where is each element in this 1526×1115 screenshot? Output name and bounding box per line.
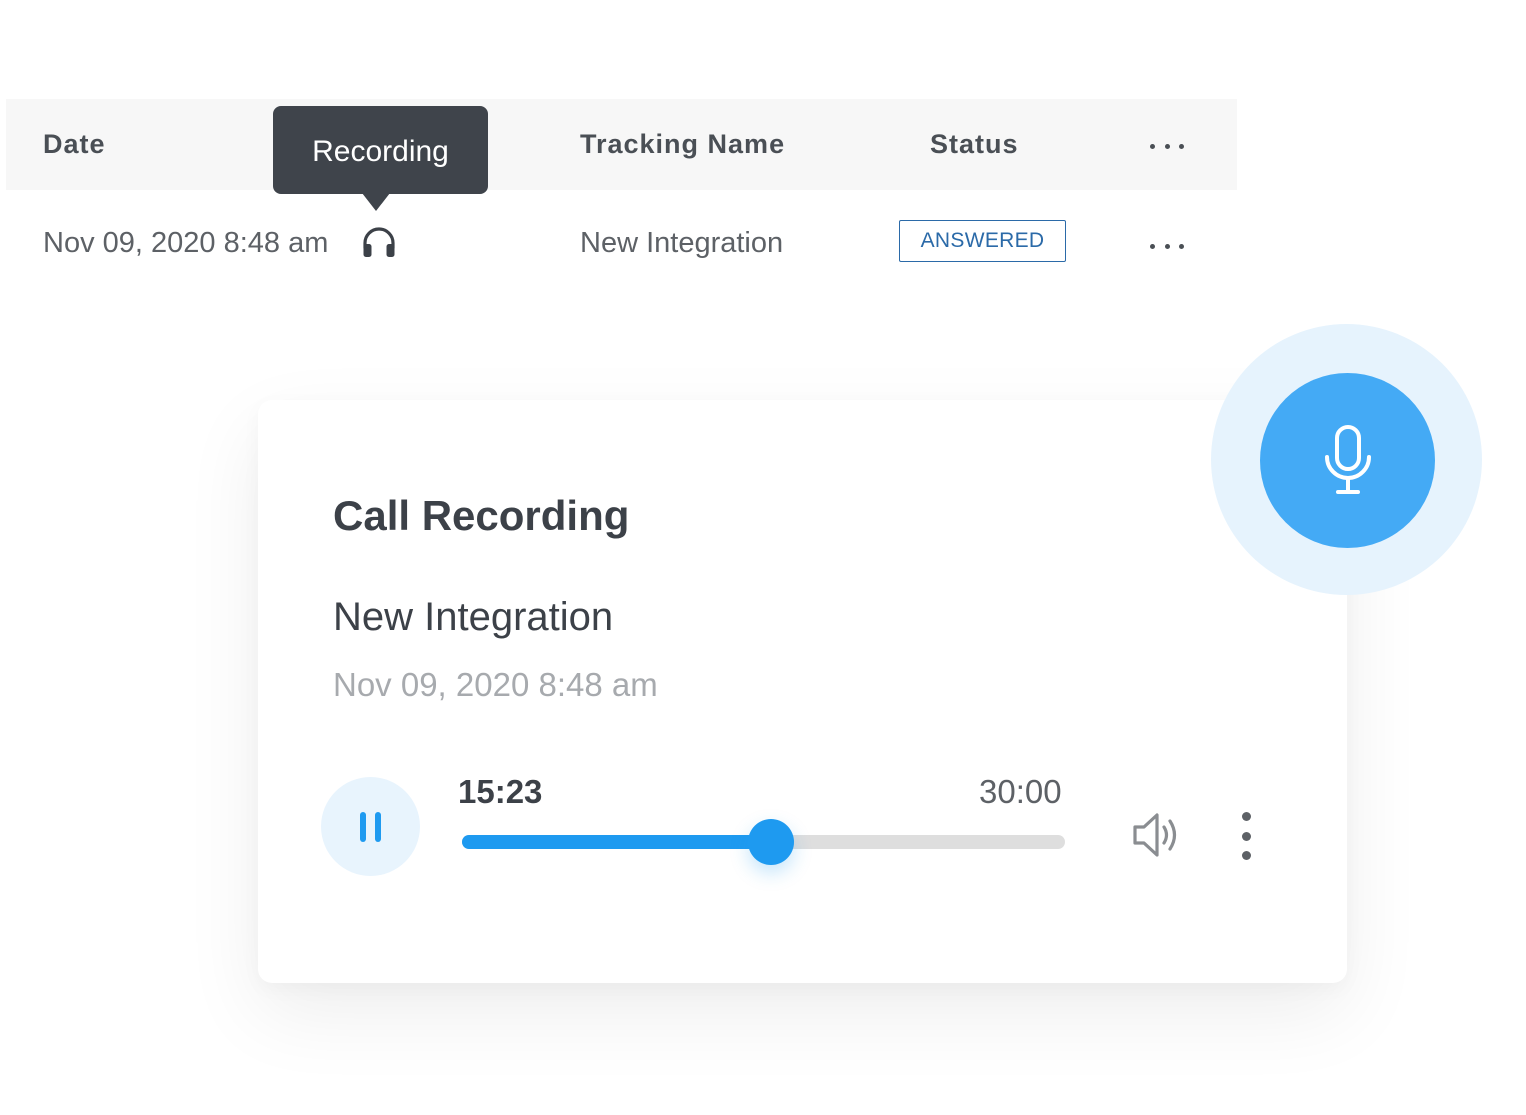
dot <box>1179 243 1184 249</box>
progress-thumb[interactable] <box>748 819 795 865</box>
pause-button[interactable] <box>321 777 420 876</box>
player-tracking-name: New Integration <box>333 595 614 639</box>
player-title: Call Recording <box>333 492 630 539</box>
call-recording-stage: Date Tracking Name Status Nov 09, 2020 8… <box>0 0 1526 1115</box>
mic-button[interactable] <box>1260 373 1435 548</box>
column-header-tracking-name[interactable]: Tracking Name <box>580 128 785 160</box>
tooltip-arrow <box>362 193 390 211</box>
microphone-icon <box>1324 424 1371 494</box>
dot <box>1241 831 1251 841</box>
row-more-button[interactable] <box>1150 236 1184 256</box>
volume-icon[interactable] <box>1130 810 1184 860</box>
column-header-status[interactable]: Status <box>930 128 1019 160</box>
row-date: Nov 09, 2020 8:48 am <box>43 227 329 259</box>
dot <box>1150 143 1155 149</box>
column-header-date[interactable]: Date <box>43 128 106 160</box>
total-time: 30:00 <box>979 773 1062 810</box>
player-date: Nov 09, 2020 8:48 am <box>333 666 658 703</box>
dot <box>1164 243 1170 249</box>
headphones-icon[interactable] <box>361 224 397 260</box>
dot <box>1164 143 1170 149</box>
dot <box>1179 143 1184 149</box>
status-badge: ANSWERED <box>899 220 1066 262</box>
progress-fill <box>462 835 772 849</box>
dot <box>1241 851 1251 860</box>
recording-tooltip: Recording <box>273 106 488 194</box>
current-time: 15:23 <box>458 773 543 810</box>
dot <box>1241 812 1251 821</box>
more-vertical-icon[interactable] <box>1235 812 1257 860</box>
pause-icon <box>360 811 366 842</box>
progress-track[interactable] <box>462 819 1065 865</box>
dot <box>1150 243 1155 249</box>
pause-icon <box>375 811 381 842</box>
header-more-button[interactable] <box>1150 136 1184 156</box>
row-tracking-name: New Integration <box>580 227 784 259</box>
